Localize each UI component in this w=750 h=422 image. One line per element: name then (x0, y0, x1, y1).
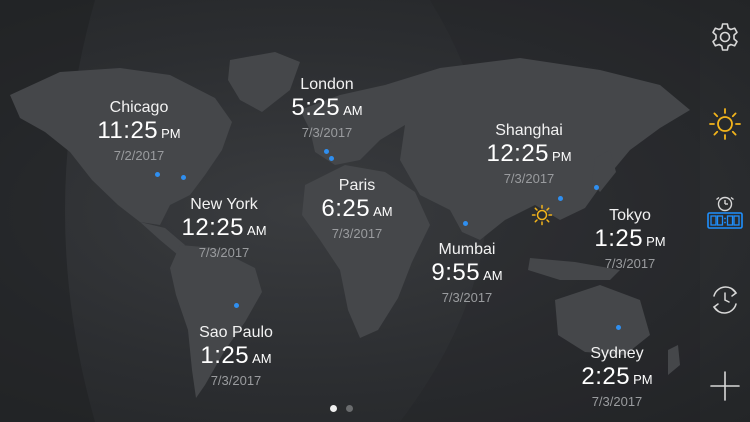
city-time: 12:25 AM (154, 214, 294, 244)
city-name: Sydney (590, 345, 644, 362)
sun-position-icon (531, 204, 553, 226)
city-card-paris[interactable]: Paris 6:25 AM 7/3/2017 (287, 176, 427, 242)
city-card-tokyo[interactable]: Tokyo 1:25 PM 7/3/2017 (560, 206, 700, 272)
time-value: 12:25 (486, 140, 550, 167)
city-card-new-york[interactable]: New York 12:25 AM 7/3/2017 (154, 195, 294, 261)
city-name: Tokyo (609, 207, 651, 224)
time-ampm: AM (483, 268, 503, 283)
time-value: 12:25 (181, 214, 245, 241)
daylight-toggle-button[interactable] (705, 104, 745, 144)
time-value: 9:55 (431, 259, 481, 286)
add-city-button[interactable] (705, 366, 745, 406)
city-card-sao-paulo[interactable]: Sao Paulo 1:25 AM 7/3/2017 (166, 323, 306, 389)
time-value: 2:25 (581, 363, 631, 390)
city-time: 12:25 PM (459, 140, 599, 170)
time-value: 5:25 (291, 94, 341, 121)
city-time: 5:25 AM (257, 94, 397, 124)
city-card-mumbai[interactable]: Mumbai 9:55 AM 7/3/2017 (397, 240, 537, 306)
time-ampm: PM (646, 234, 666, 249)
gear-icon (712, 23, 738, 51)
city-time: 1:25 AM (166, 342, 306, 372)
city-date: 7/3/2017 (591, 394, 643, 409)
city-date: 7/3/2017 (441, 290, 493, 305)
time-ampm: PM (633, 372, 653, 387)
night-shadow-left (0, 0, 95, 422)
time-ampm: PM (552, 149, 572, 164)
city-time: 9:55 AM (397, 259, 537, 289)
city-date: 7/3/2017 (604, 256, 656, 271)
time-ampm: AM (373, 204, 393, 219)
city-name: Chicago (109, 99, 169, 116)
page-indicator[interactable] (330, 405, 353, 412)
city-dot-new-york[interactable] (181, 175, 186, 180)
time-travel-button[interactable] (705, 280, 745, 320)
clock-style-button[interactable] (705, 193, 745, 233)
city-dot-sao-paulo[interactable] (234, 303, 239, 308)
city-dot-paris[interactable] (329, 156, 334, 161)
page-dot-2[interactable] (346, 405, 353, 412)
time-value: 6:25 (321, 195, 371, 222)
city-dot-mumbai[interactable] (463, 221, 468, 226)
city-time: 2:25 PM (547, 363, 687, 393)
city-time: 6:25 AM (287, 195, 427, 225)
time-ampm: AM (252, 351, 272, 366)
city-time: 11:25 PM (69, 117, 209, 147)
city-card-chicago[interactable]: Chicago 11:25 PM 7/2/2017 (69, 98, 209, 164)
time-value: 11:25 (97, 117, 159, 144)
city-date: 7/2/2017 (113, 148, 165, 163)
city-name: Shanghai (495, 122, 563, 139)
city-date: 7/3/2017 (198, 245, 250, 260)
settings-button[interactable] (705, 17, 745, 57)
city-dot-chicago[interactable] (155, 172, 160, 177)
plus-icon (710, 371, 740, 401)
city-date: 7/3/2017 (210, 373, 262, 388)
city-dot-london[interactable] (324, 149, 329, 154)
time-value: 1:25 (200, 342, 250, 369)
sun-icon (709, 108, 741, 140)
clock-sync-icon (712, 286, 738, 314)
city-name: Sao Paulo (199, 324, 273, 341)
city-date: 7/3/2017 (301, 125, 353, 140)
city-name: Mumbai (438, 241, 496, 258)
sidebar-toolbar (700, 0, 750, 422)
time-ampm: PM (161, 126, 181, 141)
city-name: London (300, 76, 354, 93)
city-date: 7/3/2017 (503, 171, 555, 186)
time-ampm: AM (343, 103, 363, 118)
time-value: 1:25 (594, 225, 644, 252)
digital-clock-icon (707, 196, 743, 229)
city-name: Paris (338, 177, 376, 194)
city-time: 1:25 PM (560, 225, 700, 255)
city-name: New York (190, 196, 258, 213)
city-card-shanghai[interactable]: Shanghai 12:25 PM 7/3/2017 (459, 121, 599, 187)
city-dot-shanghai[interactable] (558, 196, 563, 201)
page-dot-1[interactable] (330, 405, 337, 412)
time-ampm: AM (247, 223, 267, 238)
city-card-sydney[interactable]: Sydney 2:25 PM 7/3/2017 (547, 344, 687, 410)
city-card-london[interactable]: London 5:25 AM 7/3/2017 (257, 75, 397, 141)
city-dot-sydney[interactable] (616, 325, 621, 330)
world-clock-app: Chicago 11:25 PM 7/2/2017 London 5:25 AM 7… (0, 0, 750, 422)
